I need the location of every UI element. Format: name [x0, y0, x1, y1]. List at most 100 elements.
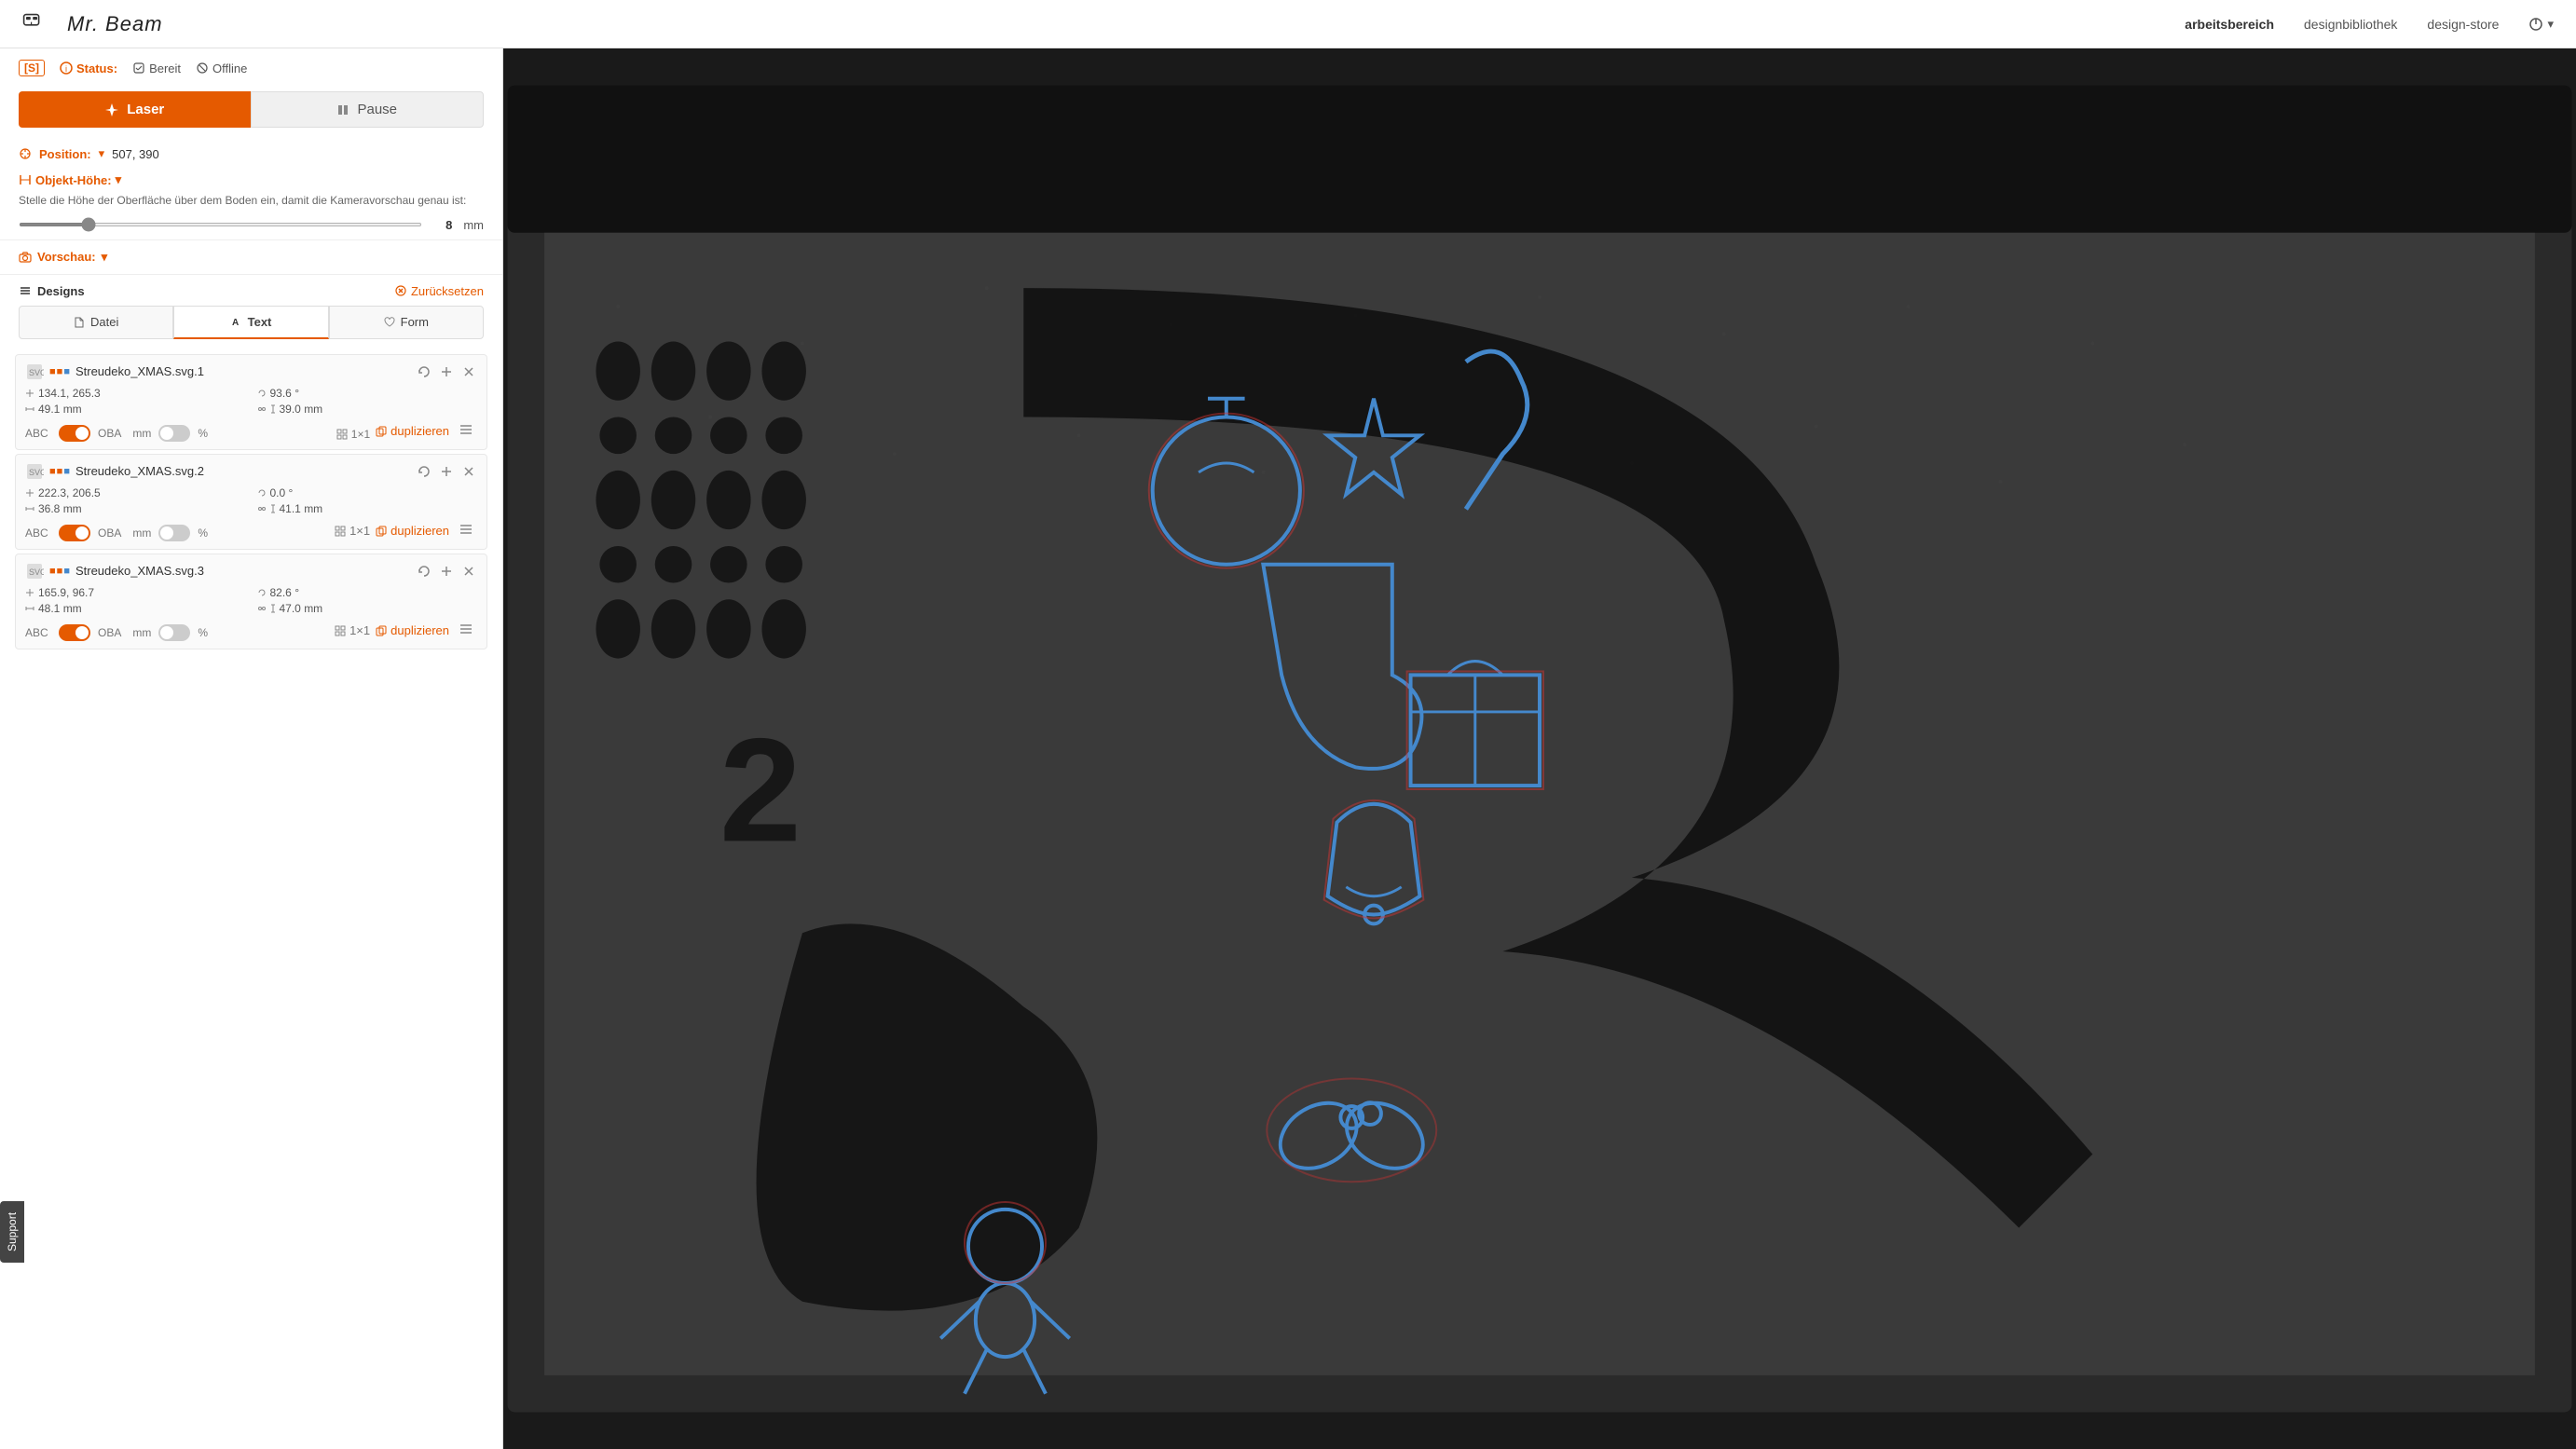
- design-1-menu-btn[interactable]: [455, 421, 477, 441]
- tab-form[interactable]: Form: [329, 306, 484, 339]
- design-3-mm-switch[interactable]: [158, 624, 190, 641]
- design-3-right-controls: 1×1 duplizieren: [335, 621, 477, 640]
- slider-value: 8: [433, 218, 452, 232]
- design-2-dupli-link[interactable]: duplizieren: [376, 524, 449, 538]
- rotate-icon-3: [418, 565, 431, 578]
- reset-icon: [394, 284, 407, 297]
- design-3-height: 47.0 mm: [257, 602, 478, 615]
- position-crosshair-icon: [19, 147, 32, 160]
- tab-text-label: Text: [248, 315, 272, 329]
- rotate-icon-2: [418, 465, 431, 478]
- design-1-rotate-btn[interactable]: [416, 363, 432, 380]
- logo-text: Mr. Beam: [67, 12, 163, 36]
- main-layout: [S] i Status: Bereit Offline Laser Pa: [0, 48, 2576, 1449]
- design-3-mm-toggle: mm %: [132, 624, 208, 641]
- nav-arbeitsbereich[interactable]: arbeitsbereich: [2185, 17, 2274, 32]
- tab-row: Datei A Text Form: [0, 306, 502, 350]
- objekt-hohe-section: Objekt-Höhe: ▾ Stelle die Höhe der Oberf…: [0, 169, 502, 240]
- duplicate-icon-1: [376, 426, 387, 437]
- laser-controls: Laser Pause: [0, 84, 502, 139]
- design-2-abc-switch[interactable]: [59, 525, 90, 541]
- objekt-hohe-description: Stelle die Höhe der Oberfläche über dem …: [19, 193, 484, 209]
- menu-icon-1: [459, 423, 473, 436]
- design-2-mm-toggle: mm %: [132, 525, 208, 541]
- design-list: SVG ■ ■ ■ Streudeko_XMAS.svg.1: [0, 354, 502, 649]
- design-2-close-btn[interactable]: [460, 463, 477, 480]
- position-label: Position:: [39, 147, 91, 161]
- position-chevron[interactable]: ▾: [99, 146, 105, 161]
- info-icon: i: [60, 62, 73, 75]
- nav-designbibliothek[interactable]: designbibliothek: [2304, 17, 2397, 32]
- design-3-rotate-btn[interactable]: [416, 563, 432, 580]
- designs-label: Designs: [19, 284, 85, 298]
- design-3-add-btn[interactable]: [438, 563, 455, 580]
- height-slider[interactable]: [19, 223, 422, 226]
- vorschau-row[interactable]: Vorschau: ▾: [0, 240, 502, 275]
- grid-icon-2: [335, 526, 346, 537]
- design-item-3-name: Streudeko_XMAS.svg.3: [75, 564, 204, 578]
- file-icon: [74, 317, 85, 328]
- design-3-menu-btn[interactable]: [455, 621, 477, 640]
- design-1-mm-switch[interactable]: [158, 425, 190, 442]
- tab-form-label: Form: [401, 315, 429, 329]
- design-3-abc-toggle: ABC OBA: [25, 624, 121, 641]
- design-2-height-value: 41.1 mm: [280, 502, 323, 515]
- power-button[interactable]: ▾: [2528, 17, 2554, 32]
- preview-canvas[interactable]: 2: [503, 48, 2576, 1449]
- design-1-dupli-link[interactable]: duplizieren: [376, 424, 449, 438]
- design-1-abc-switch[interactable]: [59, 425, 90, 442]
- design-item-3-controls: [416, 563, 477, 580]
- menu-icon-3: [459, 622, 473, 636]
- design-3-width-value: 48.1 mm: [38, 602, 82, 615]
- objekt-hohe-text: Objekt-Höhe:: [35, 173, 112, 187]
- design-3-dupli-link[interactable]: duplizieren: [376, 623, 449, 637]
- height-arrows-2: [270, 504, 276, 513]
- design-2-rotation: 0.0 °: [257, 486, 478, 499]
- tab-text[interactable]: A Text: [173, 306, 328, 339]
- width-icon-1: [25, 404, 34, 414]
- design-1-dupli-text: duplizieren: [391, 424, 449, 438]
- designs-header: Designs Zurücksetzen: [0, 275, 502, 306]
- grid-icon-1: [336, 429, 348, 440]
- design-1-close-btn[interactable]: [460, 363, 477, 380]
- design-3-rot-value: 82.6 °: [270, 586, 300, 599]
- heart-icon: [384, 317, 395, 328]
- design-1-pct-label: %: [198, 427, 208, 440]
- design-thumbnail-2: SVG: [25, 462, 44, 481]
- laser-icon: [104, 103, 119, 117]
- tab-datei[interactable]: Datei: [19, 306, 173, 339]
- status-bereit: Bereit: [132, 62, 181, 75]
- design-1-add-btn[interactable]: [438, 363, 455, 380]
- text-icon: A: [231, 316, 242, 327]
- support-tab[interactable]: Support: [0, 1201, 24, 1263]
- design-item-3-header: SVG ■ ■ ■ Streudeko_XMAS.svg.3: [25, 562, 477, 581]
- objekt-hohe-chevron[interactable]: ▾: [116, 172, 122, 187]
- design-item-1-controls: [416, 363, 477, 380]
- design-1-width: 49.1 mm: [25, 403, 246, 416]
- design-2-mm-switch[interactable]: [158, 525, 190, 541]
- design-2-rotate-btn[interactable]: [416, 463, 432, 480]
- objekt-hohe-label: Objekt-Höhe: ▾: [19, 172, 484, 187]
- laser-button[interactable]: Laser: [19, 91, 251, 128]
- sidebar: [S] i Status: Bereit Offline Laser Pa: [0, 48, 503, 1449]
- slider-unit: mm: [463, 218, 484, 232]
- design-item-3: SVG ■ ■ ■ Streudeko_XMAS.svg.3: [15, 554, 487, 649]
- design-3-dupli-text: duplizieren: [391, 623, 449, 637]
- design-item-2-controls: [416, 463, 477, 480]
- design-2-add-btn[interactable]: [438, 463, 455, 480]
- zuruck-text: Zurücksetzen: [411, 284, 484, 298]
- design-3-abc-switch[interactable]: [59, 624, 90, 641]
- design-item-1-name: Streudeko_XMAS.svg.1: [75, 364, 204, 378]
- design-1-oba-label: OBA: [98, 427, 121, 440]
- rotation-icon-2: [257, 488, 267, 498]
- design-2-menu-btn[interactable]: [455, 521, 477, 540]
- move-icon-2: [25, 488, 34, 498]
- nav-design-store[interactable]: design-store: [2427, 17, 2499, 32]
- zuruck-button[interactable]: Zurücksetzen: [394, 284, 484, 298]
- pause-button[interactable]: Pause: [251, 91, 485, 128]
- bereit-icon: [132, 62, 145, 75]
- design-3-close-btn[interactable]: [460, 563, 477, 580]
- move-icon-3: [25, 588, 34, 597]
- color-strip-2: ■ ■ ■: [49, 466, 70, 477]
- duplicate-icon-3: [376, 625, 387, 636]
